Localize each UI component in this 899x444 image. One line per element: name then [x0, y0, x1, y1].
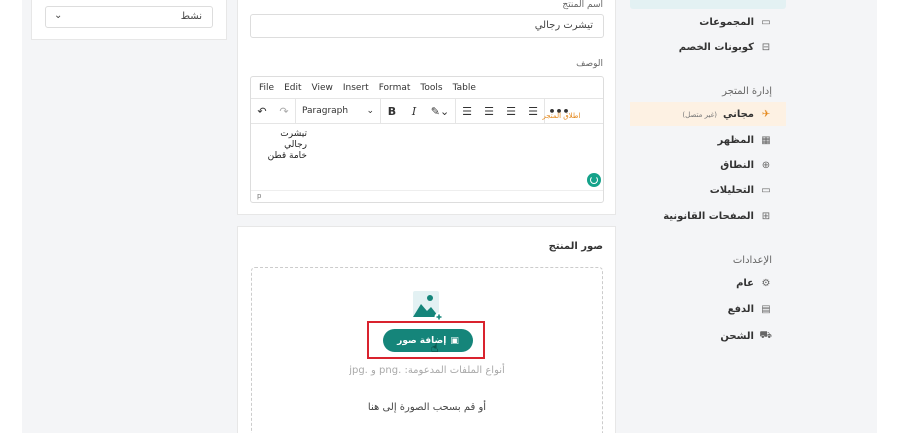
sidebar-item-shipping[interactable]: ⛟ الشحن	[720, 330, 772, 343]
product-name-input[interactable]: تيشرت رجالي	[250, 14, 604, 38]
paragraph-select-value: Paragraph	[302, 106, 349, 116]
highlight-color-icon[interactable]: ✎⌄	[425, 105, 455, 118]
status-card: نشط ⌄	[31, 0, 227, 40]
description-line: خامة قطن	[267, 151, 307, 161]
menu-format[interactable]: Format	[379, 83, 411, 93]
analytics-icon: ▭	[761, 185, 771, 196]
undo-icon[interactable]: ↶	[251, 105, 273, 118]
redo-icon[interactable]: ↷	[273, 105, 295, 118]
payment-icon: ▤	[761, 304, 771, 315]
product-name-label: اسم المنتج	[562, 0, 603, 10]
globe-icon: ⊕	[761, 160, 771, 171]
mouse-pointer-icon: ☝	[431, 341, 439, 355]
menu-file[interactable]: File	[259, 83, 274, 93]
settings-section: الإعدادات	[732, 255, 772, 266]
chevron-down-icon: ⌄	[54, 10, 63, 21]
coupon-icon: ⊟	[761, 42, 771, 53]
align-left-icon[interactable]: ☰	[456, 105, 478, 118]
product-info-card: اسم المنتج تيشرت رجالي الوصف File Edit V…	[237, 0, 616, 215]
sidebar-item-label: النطاق	[720, 160, 754, 171]
sidebar-item-label: عام	[736, 278, 754, 289]
editor-statusbar: p	[251, 190, 603, 202]
grammarly-icon[interactable]	[587, 173, 601, 187]
bold-icon[interactable]: B	[381, 105, 403, 118]
drag-hint: أو قم بسحب الصورة إلى هنا	[367, 402, 487, 413]
truck-icon: ⛟	[759, 330, 772, 341]
window-frame-left	[0, 0, 22, 444]
legal-pages-icon: ⊞	[761, 211, 771, 222]
description-label: الوصف	[576, 59, 603, 69]
sidebar-item-analytics[interactable]: ▭ التحليلات	[710, 185, 772, 196]
chevron-down-icon: ⌄	[366, 106, 374, 116]
sidebar-item-label: الدفع	[727, 304, 754, 315]
menu-table[interactable]: Table	[453, 83, 476, 93]
plan-status: (غير متصل)	[682, 110, 717, 119]
launch-store-tag[interactable]: اطلاق المتجر	[542, 112, 580, 120]
highlight-box	[367, 321, 485, 359]
menu-insert[interactable]: Insert	[343, 83, 369, 93]
sidebar-item-label: التحليلات	[709, 185, 754, 196]
gear-icon: ⚙	[761, 278, 771, 289]
status-select[interactable]: نشط ⌄	[45, 6, 213, 28]
sidebar-item-payment[interactable]: ▤ الدفع	[728, 304, 772, 315]
appearance-icon: ▦	[761, 135, 771, 146]
store-management-section: إدارة المتجر	[722, 86, 772, 97]
description-editor: File Edit View Insert Format Tools Table…	[250, 76, 604, 203]
editor-menubar: File Edit View Insert Format Tools Table	[251, 77, 603, 98]
sidebar-item-legal-pages[interactable]: ⊞ الصفحات القانونية	[663, 211, 772, 222]
editor-toolbar: ↶ ↷ Paragraph ⌄ B I ✎⌄ ☰ ☰ ☰ ☰ •••	[251, 98, 603, 124]
sidebar: ▭ المجموعات ⊟ كوبونات الخصم إدارة المتجر…	[542, 0, 786, 433]
align-justify-icon[interactable]: ☰	[522, 105, 544, 118]
image-upload-icon	[413, 291, 444, 322]
align-right-icon[interactable]: ☰	[500, 105, 522, 118]
window-frame-bottom	[0, 433, 899, 444]
sidebar-item-label: الصفحات القانونية	[663, 211, 754, 222]
italic-icon[interactable]: I	[403, 105, 425, 118]
sidebar-item-domain[interactable]: ⊕ النطاق	[720, 160, 772, 171]
description-line: تيشرت رجالي	[280, 129, 307, 150]
sidebar-item-label: المجموعات	[699, 17, 754, 28]
sidebar-item-label: الشحن	[720, 331, 754, 342]
menu-tools[interactable]: Tools	[420, 83, 442, 93]
menu-view[interactable]: View	[312, 83, 333, 93]
align-center-icon[interactable]: ☰	[478, 105, 500, 118]
sidebar-item-coupons[interactable]: ⊟ كوبونات الخصم	[679, 42, 772, 53]
rocket-icon: ✈	[761, 109, 771, 120]
folder-icon: ▭	[761, 17, 771, 28]
window-frame-right	[877, 0, 899, 444]
menu-edit[interactable]: Edit	[284, 83, 301, 93]
sidebar-item-general[interactable]: ⚙ عام	[736, 278, 772, 289]
sidebar-item-label: المظهر	[717, 135, 754, 146]
paragraph-select[interactable]: Paragraph ⌄	[296, 106, 380, 116]
supported-file-types: أنواع الملفات المدعومة: .png و .jpg	[349, 365, 505, 376]
element-path: p	[257, 192, 262, 200]
sidebar-item-label: كوبونات الخصم	[678, 42, 754, 53]
sidebar-item-plan[interactable]: ✈ مجاني (غير متصل) اطلاق المتجر	[542, 109, 772, 120]
sidebar-item-collections[interactable]: ▭ المجموعات	[699, 17, 772, 28]
status-select-value: نشط	[180, 11, 202, 22]
product-name-value: تيشرت رجالي	[534, 20, 593, 31]
sidebar-active-bar	[630, 0, 786, 9]
plan-label: مجاني	[722, 109, 754, 120]
editor-content[interactable]: تيشرت رجالي خامة قطن	[257, 129, 307, 162]
product-images-title: صور المنتج	[548, 241, 603, 252]
sidebar-item-appearance[interactable]: ▦ المظهر	[718, 135, 772, 146]
